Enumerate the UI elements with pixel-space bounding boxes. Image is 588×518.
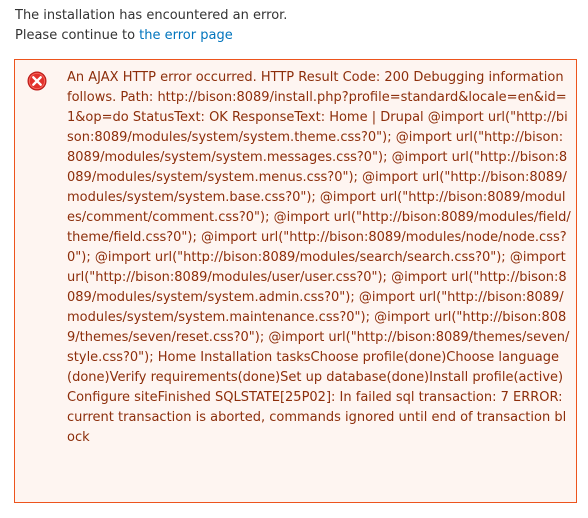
error-message-box: An AJAX HTTP error occurred. HTTP Result… bbox=[14, 59, 577, 503]
continue-line: Please continue to the error page bbox=[15, 26, 287, 46]
ajax-error-text: An AJAX HTTP error occurred. HTTP Result… bbox=[67, 70, 571, 445]
intro-message: The installation has encountered an erro… bbox=[15, 6, 287, 46]
continue-prefix: Please continue to bbox=[15, 28, 140, 43]
installation-error-line: The installation has encountered an erro… bbox=[15, 8, 288, 23]
error-x-icon bbox=[27, 71, 47, 91]
install-error-page: The installation has encountered an erro… bbox=[0, 0, 588, 518]
error-page-link[interactable]: the error page bbox=[139, 28, 233, 43]
